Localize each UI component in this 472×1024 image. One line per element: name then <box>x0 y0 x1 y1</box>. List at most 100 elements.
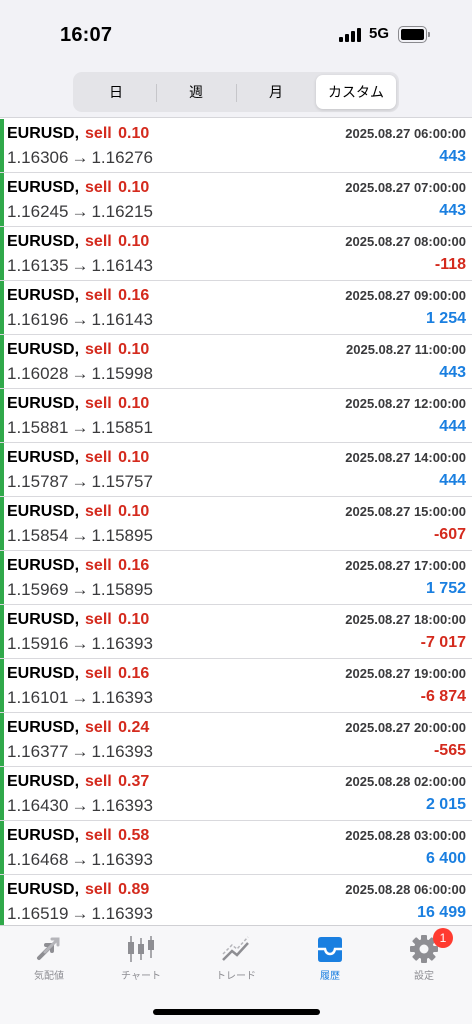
trade-symbol: EURUSD, <box>7 665 80 682</box>
trade-time: 2025.08.27 19:00:00 <box>345 666 466 681</box>
open-price: 1.16468 <box>7 850 69 869</box>
trade-row[interactable]: EURUSD, sell 0.10 2025.08.27 18:00:00 1.1… <box>0 605 472 659</box>
trade-symbol: EURUSD, <box>7 719 80 736</box>
trade-profit: 443 <box>439 202 466 219</box>
trade-volume: 0.16 <box>118 665 150 682</box>
trade-time: 2025.08.27 09:00:00 <box>345 288 466 303</box>
trade-row[interactable]: EURUSD, sell 0.16 2025.08.27 17:00:00 1.1… <box>0 551 472 605</box>
open-price: 1.16306 <box>7 148 69 167</box>
trade-volume: 0.37 <box>118 773 150 790</box>
period-tab-week[interactable]: 週 <box>156 75 236 109</box>
trade-type: sell <box>85 125 112 142</box>
tab-settings[interactable]: 1 設定 <box>377 926 471 988</box>
trade-symbol: EURUSD, <box>7 449 80 466</box>
home-indicator <box>153 1009 320 1015</box>
trade-side-bar <box>0 605 4 658</box>
trade-symbol: EURUSD, <box>7 611 80 628</box>
trade-symbol: EURUSD, <box>7 125 80 142</box>
trade-type: sell <box>85 287 112 304</box>
tab-history[interactable]: 履歴 <box>283 926 377 988</box>
trade-time: 2025.08.27 11:00:00 <box>346 342 466 357</box>
arrow-icon: → <box>71 418 89 437</box>
trade-row[interactable]: EURUSD, sell 0.10 2025.08.27 06:00:00 1.1… <box>0 119 472 173</box>
trade-side-bar <box>0 713 4 766</box>
open-price: 1.15969 <box>7 580 69 599</box>
trade-type: sell <box>85 719 112 736</box>
trade-profit: 6 400 <box>425 850 466 867</box>
trade-symbol: EURUSD, <box>7 233 80 250</box>
close-price: 1.15998 <box>91 364 153 383</box>
close-price: 1.16143 <box>91 310 153 329</box>
trade-time: 2025.08.27 07:00:00 <box>345 180 466 195</box>
trade-time: 2025.08.28 03:00:00 <box>345 828 466 843</box>
tab-trade[interactable]: トレード <box>189 926 283 988</box>
trade-row[interactable]: EURUSD, sell 0.10 2025.08.27 08:00:00 1.1… <box>0 227 472 281</box>
trade-row[interactable]: EURUSD, sell 0.89 2025.08.28 06:00:00 1.1… <box>0 875 472 925</box>
trade-row[interactable]: EURUSD, sell 0.10 2025.08.27 15:00:00 1.1… <box>0 497 472 551</box>
trade-row[interactable]: EURUSD, sell 0.10 2025.08.27 14:00:00 1.1… <box>0 443 472 497</box>
trade-symbol: EURUSD, <box>7 557 80 574</box>
trade-volume: 0.10 <box>118 341 150 358</box>
tab-chart[interactable]: チャート <box>94 926 188 988</box>
trade-profit: 443 <box>439 364 466 381</box>
period-tab-day[interactable]: 日 <box>76 75 156 109</box>
open-price: 1.15787 <box>7 472 69 491</box>
trade-row[interactable]: EURUSD, sell 0.10 2025.08.27 11:00:00 1.1… <box>0 335 472 389</box>
trend-line-icon <box>222 936 249 961</box>
open-price: 1.16430 <box>7 796 69 815</box>
trade-volume: 0.10 <box>118 125 150 142</box>
status-time: 16:07 <box>60 24 113 46</box>
period-tab-custom[interactable]: カスタム <box>316 75 396 109</box>
battery-icon <box>398 26 431 43</box>
trade-history-list[interactable]: EURUSD, sell 0.10 2025.08.27 06:00:00 1.1… <box>0 119 472 925</box>
trade-row[interactable]: EURUSD, sell 0.10 2025.08.27 12:00:00 1.1… <box>0 389 472 443</box>
open-price: 1.16135 <box>7 256 69 275</box>
arrow-icon: → <box>71 742 89 761</box>
trade-profit: 1 254 <box>425 310 466 327</box>
trade-row[interactable]: EURUSD, sell 0.37 2025.08.28 02:00:00 1.1… <box>0 767 472 821</box>
open-price: 1.16377 <box>7 742 69 761</box>
trade-side-bar <box>0 119 4 172</box>
settings-badge: 1 <box>433 928 453 948</box>
tab-trade-label: トレード <box>216 971 256 982</box>
open-price: 1.15881 <box>7 418 69 437</box>
trade-volume: 0.10 <box>118 503 150 520</box>
arrow-icon: → <box>71 580 89 599</box>
trade-time: 2025.08.27 20:00:00 <box>345 720 466 735</box>
arrow-icon: → <box>71 364 89 383</box>
trade-row[interactable]: EURUSD, sell 0.10 2025.08.27 07:00:00 1.1… <box>0 173 472 227</box>
tab-quotes[interactable]: 気配値 <box>2 926 96 988</box>
trade-time: 2025.08.28 06:00:00 <box>345 882 466 897</box>
trade-symbol: EURUSD, <box>7 773 80 790</box>
trade-row[interactable]: EURUSD, sell 0.58 2025.08.28 03:00:00 1.1… <box>0 821 472 875</box>
trade-row[interactable]: EURUSD, sell 0.24 2025.08.27 20:00:00 1.1… <box>0 713 472 767</box>
trade-volume: 0.10 <box>118 449 150 466</box>
trade-type: sell <box>85 503 112 520</box>
arrow-icon: → <box>71 310 89 329</box>
trade-row[interactable]: EURUSD, sell 0.16 2025.08.27 09:00:00 1.1… <box>0 281 472 335</box>
tab-quotes-label: 気配値 <box>34 971 64 982</box>
trade-volume: 0.10 <box>118 395 150 412</box>
trade-symbol: EURUSD, <box>7 395 80 412</box>
trade-volume: 0.89 <box>118 881 150 898</box>
arrow-icon: → <box>71 634 89 653</box>
trade-type: sell <box>85 611 112 628</box>
trade-profit: 444 <box>439 418 466 435</box>
close-price: 1.15895 <box>91 580 153 599</box>
trade-type: sell <box>85 665 112 682</box>
open-price: 1.15916 <box>7 634 69 653</box>
trade-time: 2025.08.27 06:00:00 <box>345 126 466 141</box>
period-tab-month[interactable]: 月 <box>236 75 316 109</box>
arrow-icon: → <box>71 526 89 545</box>
inbox-tray-icon <box>318 937 342 962</box>
trade-symbol: EURUSD, <box>7 827 80 844</box>
arrow-icon: → <box>71 472 89 491</box>
arrow-icon: → <box>71 688 89 707</box>
arrow-icon: → <box>71 256 89 275</box>
trade-side-bar <box>0 335 4 388</box>
trade-time: 2025.08.27 18:00:00 <box>345 612 466 627</box>
trade-row[interactable]: EURUSD, sell 0.16 2025.08.27 19:00:00 1.1… <box>0 659 472 713</box>
trade-side-bar <box>0 443 4 496</box>
trade-type: sell <box>85 881 112 898</box>
trade-type: sell <box>85 341 112 358</box>
